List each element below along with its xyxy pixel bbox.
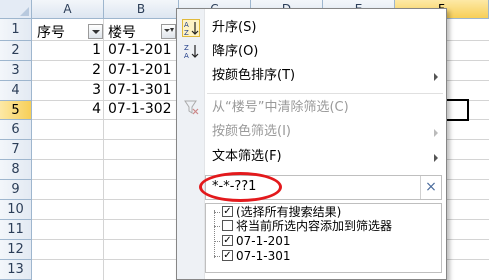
submenu-arrow-icon	[434, 154, 438, 162]
row-header[interactable]: 9	[0, 180, 32, 200]
cell-a2[interactable]: 1	[32, 42, 101, 58]
list-item-label: 07-1-301	[236, 249, 291, 263]
sort-descending-icon: ZA	[182, 43, 200, 61]
filter-by-color-label: 按颜色筛选(I)	[212, 124, 291, 139]
list-item-label: (选择所有搜索结果)	[236, 205, 342, 219]
column-header-a[interactable]: A	[32, 0, 104, 19]
clear-filter-label: 从“楼号”中清除筛选(C)	[212, 100, 349, 115]
row-header[interactable]: 4	[0, 81, 32, 101]
cell-a4[interactable]: 3	[32, 82, 101, 98]
row-header[interactable]: 6	[0, 120, 32, 140]
row-header[interactable]: 11	[0, 220, 32, 240]
submenu-arrow-icon	[434, 129, 438, 137]
row-header[interactable]: 10	[0, 200, 32, 220]
menu-separator	[207, 93, 443, 94]
tree-line	[214, 212, 220, 213]
row-header[interactable]: 2	[0, 41, 32, 61]
chevron-down-icon	[92, 30, 100, 34]
sort-ascending-icon: AZ	[182, 19, 200, 37]
gridline	[103, 19, 104, 280]
tree-line	[214, 226, 220, 227]
svg-text:Z: Z	[184, 29, 189, 36]
menu-item-sort-ascending[interactable]: AZ 升序(S)	[177, 17, 446, 39]
text-filter-label: 文本筛选(F)	[212, 149, 282, 164]
header-cell-building[interactable]: 楼号	[108, 22, 136, 42]
column-header-b[interactable]: B	[104, 0, 179, 19]
sort-by-color-label: 按颜色排序(T)	[212, 68, 296, 83]
cell-b5[interactable]: 07-1-302	[108, 101, 172, 117]
row-header[interactable]: 8	[0, 160, 32, 180]
checkbox[interactable]: ✓	[222, 250, 233, 261]
list-item-label: 07-1-201	[236, 234, 291, 248]
checkbox[interactable]: ✓	[222, 206, 233, 217]
tree-line	[214, 241, 220, 242]
checkbox[interactable]: ✓	[222, 235, 233, 246]
row-header[interactable]: 3	[0, 61, 32, 81]
menu-item-sort-descending[interactable]: ZA 降序(O)	[177, 41, 446, 63]
row-header[interactable]: 5	[0, 101, 32, 120]
menu-item-text-filter[interactable]: 文本筛选(F)	[177, 146, 446, 168]
menu-item-sort-by-color[interactable]: 按颜色排序(T)	[177, 65, 446, 87]
list-item-label: 将当前所选内容添加到筛选器	[236, 219, 393, 233]
clear-filter-icon	[182, 99, 200, 117]
menu-item-filter-by-color[interactable]: 按颜色筛选(I)	[177, 121, 446, 143]
filter-dropdown-button[interactable]	[88, 24, 103, 39]
filter-icon	[170, 28, 174, 39]
header-cell-seq[interactable]: 序号	[37, 22, 65, 42]
submenu-arrow-icon	[434, 73, 438, 81]
row-header[interactable]: 12	[0, 240, 32, 260]
row-header[interactable]: 7	[0, 140, 32, 160]
svg-text:A: A	[184, 52, 189, 59]
cell-b2[interactable]: 07-1-201	[108, 42, 172, 58]
select-all-corner[interactable]	[0, 0, 32, 19]
svg-text:Z: Z	[184, 44, 189, 52]
sort-descending-label: 降序(O)	[212, 44, 259, 59]
row-header[interactable]: 13	[0, 260, 32, 280]
highlight-annotation-oval	[199, 172, 282, 202]
cell-b3[interactable]: 07-1-201	[108, 62, 172, 78]
autofilter-dropdown: AZ 升序(S) ZA 降序(O) 按颜色排序(T) 从“楼号”中清除筛选(C)…	[176, 8, 447, 280]
cell-b4[interactable]: 07-1-301	[108, 82, 172, 98]
tree-line	[214, 256, 220, 257]
row-header[interactable]: 1	[0, 19, 32, 41]
sort-ascending-label: 升序(S)	[212, 20, 257, 35]
clear-search-button[interactable]: ×	[420, 176, 441, 199]
menu-item-clear-filter[interactable]: 从“楼号”中清除筛选(C)	[177, 97, 446, 119]
cell-a3[interactable]: 2	[32, 62, 101, 78]
cell-a5[interactable]: 4	[32, 101, 101, 117]
filter-value-list: ✓ (选择所有搜索结果) 将当前所选内容添加到筛选器 ✓ 07-1-201 ✓ …	[205, 203, 442, 273]
filter-active-button[interactable]	[161, 24, 176, 39]
checkbox[interactable]	[222, 220, 233, 231]
svg-text:A: A	[184, 21, 189, 29]
tree-line	[214, 210, 215, 258]
